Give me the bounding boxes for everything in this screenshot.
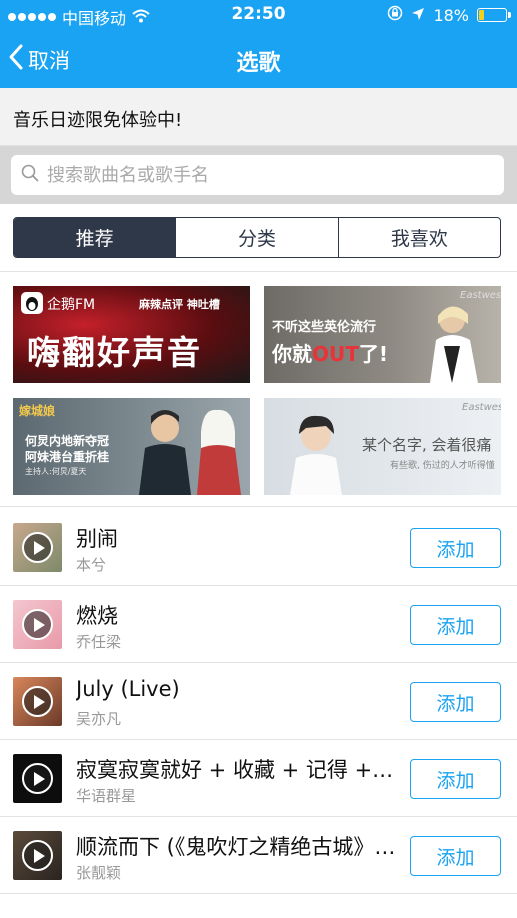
banner-line1: 某个名字, 会着很痛 <box>362 436 492 454</box>
song-row: 燃烧 乔任梁 添加 <box>0 586 517 663</box>
banner-line2-part: 你就 <box>272 342 312 366</box>
banner-line1: 不听这些英伦流行 <box>272 320 377 335</box>
banner-hosts-figure <box>131 402 250 495</box>
search-input[interactable] <box>47 164 504 186</box>
add-song-button[interactable]: 添加 <box>410 682 501 722</box>
search-bar-container <box>0 146 517 204</box>
tab-categories[interactable]: 分类 <box>175 218 337 257</box>
banner-brand: Eastwest <box>462 402 501 413</box>
album-cover <box>13 677 62 726</box>
play-icon[interactable] <box>22 686 53 717</box>
add-song-button[interactable]: 添加 <box>410 836 501 876</box>
album-cover <box>13 831 62 880</box>
location-arrow-icon <box>411 6 425 25</box>
song-artist: 华语群星 <box>76 787 137 805</box>
battery-icon <box>477 8 511 22</box>
song-artist: 本兮 <box>76 556 107 574</box>
divider <box>0 271 517 272</box>
divider <box>0 506 517 507</box>
cancel-label: 取消 <box>28 48 70 73</box>
tab-recommended[interactable]: 推荐 <box>14 218 176 257</box>
song-row: 寂寞寂寞就好 + 收藏 + 记得 + 一千年以后 华语群星 添加 <box>0 740 517 817</box>
play-icon[interactable] <box>22 763 53 794</box>
album-cover <box>13 600 62 649</box>
banner-heartbreak-songs[interactable]: Eastwest 某个名字, 会着很痛 有些歌, 伤过的人才听得懂 <box>264 398 501 495</box>
category-segmented-control: 推荐 分类 我喜欢 <box>13 217 501 258</box>
banner-headline: 嗨翻好声音 <box>27 333 202 372</box>
song-title: 寂寞寂寞就好 + 收藏 + 记得 + 一千年以后 <box>76 758 396 782</box>
album-cover <box>13 754 62 803</box>
chevron-left-icon <box>8 43 24 76</box>
banner-line3: 主持人:何炅/夏天 <box>25 467 87 476</box>
add-song-button[interactable]: 添加 <box>410 528 501 568</box>
banner-singer-figure <box>424 300 482 383</box>
divider <box>0 893 517 894</box>
banner-britpop[interactable]: Eastwest 不听这些英伦流行 你就OUT了! <box>264 286 501 383</box>
cancel-button[interactable]: 取消 <box>8 43 70 76</box>
rotation-lock-icon <box>387 5 403 25</box>
search-box[interactable] <box>11 155 504 195</box>
page-title: 选歌 <box>236 51 281 76</box>
play-icon[interactable] <box>22 532 53 563</box>
banner-variety-show[interactable]: 嫁城娘 何炅内地新夺冠 阿妹港台重折桂 主持人:何炅/夏天 <box>13 398 250 495</box>
search-icon <box>21 164 39 186</box>
add-song-button[interactable]: 添加 <box>410 605 501 645</box>
qie-fm-logo-icon <box>21 292 43 314</box>
banner-qie-fm[interactable]: 企鹅FM 麻辣点评 神吐槽 嗨翻好声音 <box>13 286 250 383</box>
banner-line2-highlight: OUT <box>312 342 359 366</box>
play-icon[interactable] <box>22 840 53 871</box>
banner-line2-part: 了! <box>358 342 389 366</box>
banner-brand: 企鹅FM <box>47 297 96 313</box>
status-right-group: 18% <box>387 5 511 25</box>
banner-brand: 嫁城娘 <box>19 404 56 418</box>
song-title: July (Live) <box>76 677 180 701</box>
banner-line2: 阿妹港台重折桂 <box>25 450 110 464</box>
song-title: 顺流而下 (《鬼吹灯之精绝古城》插曲) <box>76 835 396 859</box>
play-icon[interactable] <box>22 609 53 640</box>
album-cover <box>13 523 62 572</box>
battery-percent: 18% <box>433 5 469 25</box>
banner-tags: 麻辣点评 神吐槽 <box>139 298 220 311</box>
add-song-button[interactable]: 添加 <box>410 759 501 799</box>
tab-favorites[interactable]: 我喜欢 <box>337 218 500 257</box>
song-artist: 张靓颖 <box>76 864 122 882</box>
banner-line1: 何炅内地新夺冠 <box>25 434 110 448</box>
song-title: 别闹 <box>76 527 118 551</box>
trial-notice: 音乐日迹限免体验中! <box>0 88 517 146</box>
song-title: 燃烧 <box>76 604 118 628</box>
song-artist: 乔任梁 <box>76 633 122 651</box>
song-row: 别闹 本兮 添加 <box>0 509 517 586</box>
navigation-bar: 取消 选歌 <box>0 30 517 88</box>
banner-line2: 你就OUT了! <box>272 338 388 367</box>
song-artist: 吴亦凡 <box>76 710 122 728</box>
banner-line2: 有些歌, 伤过的人才听得懂 <box>390 461 495 471</box>
song-row: July (Live) 吴亦凡 添加 <box>0 663 517 740</box>
song-row: 顺流而下 (《鬼吹灯之精绝古城》插曲) 张靓颖 添加 <box>0 817 517 894</box>
status-bar: 中国移动 22:50 18% <box>0 0 517 30</box>
banner-singer-figure <box>286 404 348 495</box>
